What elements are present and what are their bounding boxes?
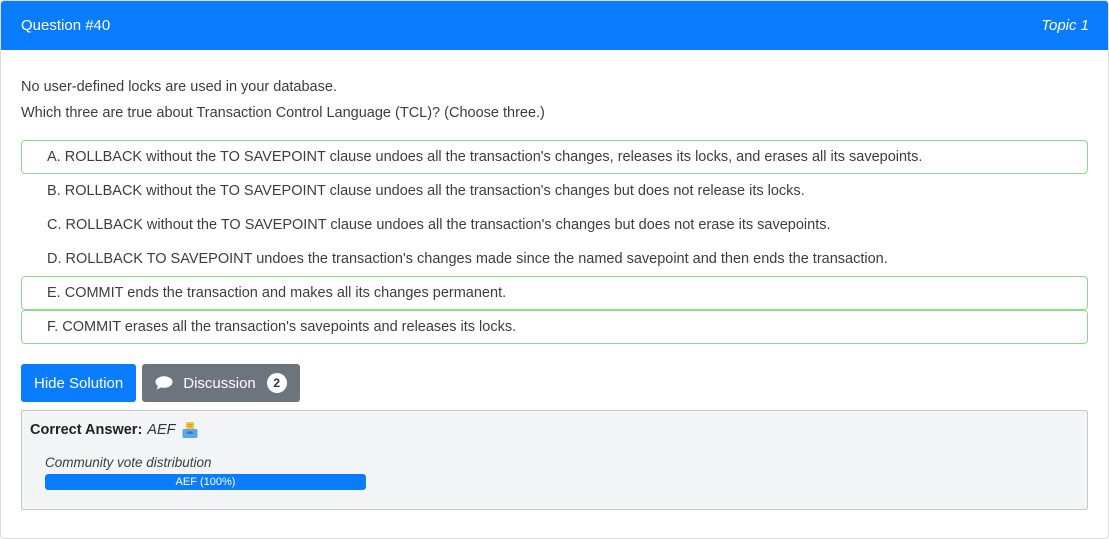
correct-answer-label: Correct Answer: [30, 422, 143, 438]
correct-answer-value: AEF [147, 422, 176, 438]
vote-bar: AEF (100%) [45, 474, 366, 490]
discussion-label: Discussion [183, 374, 256, 392]
question-line-2: Which three are true about Transaction C… [21, 105, 545, 121]
vote-bar-fill: AEF (100%) [45, 474, 366, 490]
topic-label: Topic 1 [1041, 17, 1089, 34]
vote-distribution-title: Community vote distribution [45, 455, 212, 470]
question-text: No user-defined locks are used in your d… [21, 74, 1088, 126]
discussion-button[interactable]: Discussion 2 [142, 364, 300, 402]
question-card: Question #40 Topic 1 No user-defined loc… [0, 0, 1109, 539]
hide-solution-button[interactable]: Hide Solution [21, 364, 137, 402]
choice-list: A. ROLLBACK without the TO SAVEPOINT cla… [21, 140, 1088, 344]
inbox-icon[interactable] [181, 421, 199, 439]
choice-c[interactable]: C. ROLLBACK without the TO SAVEPOINT cla… [21, 208, 1088, 242]
choice-f[interactable]: F. COMMIT erases all the transaction's s… [21, 310, 1088, 344]
choice-b[interactable]: B. ROLLBACK without the TO SAVEPOINT cla… [21, 174, 1088, 208]
correct-answer-box: Correct Answer: AEF Community vote distr… [21, 410, 1088, 510]
question-body: No user-defined locks are used in your d… [1, 74, 1108, 510]
question-header: Question #40 Topic 1 [1, 1, 1108, 50]
question-number: Question #40 [21, 17, 111, 34]
comment-icon [155, 376, 173, 390]
choice-e[interactable]: E. COMMIT ends the transaction and makes… [21, 276, 1088, 310]
discussion-count-badge: 2 [266, 373, 287, 393]
correct-answer-line: Correct Answer: AEF [30, 421, 1079, 439]
action-buttons: Hide Solution Discussion 2 [21, 364, 1088, 402]
choice-a[interactable]: A. ROLLBACK without the TO SAVEPOINT cla… [21, 140, 1088, 174]
choice-d[interactable]: D. ROLLBACK TO SAVEPOINT undoes the tran… [21, 242, 1088, 276]
question-line-1: No user-defined locks are used in your d… [21, 79, 337, 95]
